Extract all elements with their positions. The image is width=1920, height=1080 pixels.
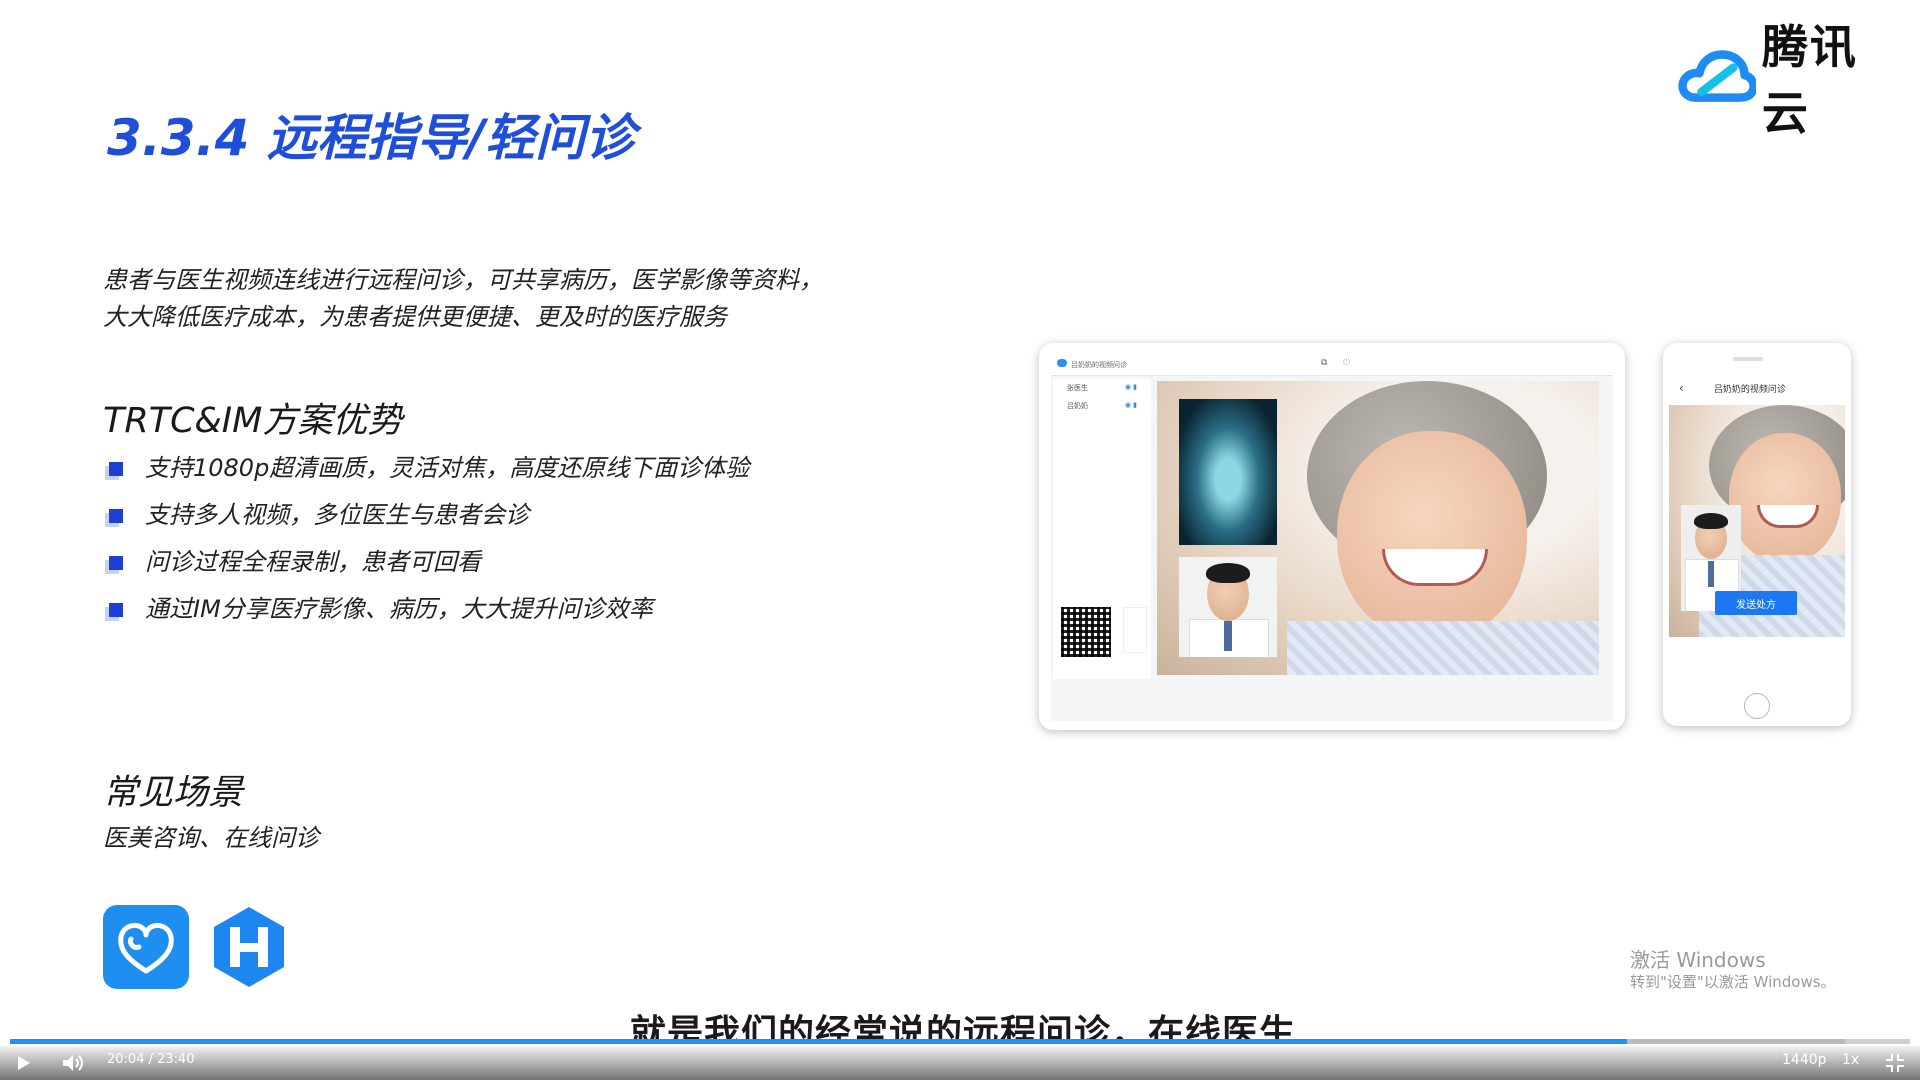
description-line: 大大降低医疗成本，为患者提供更便捷、更及时的医疗服务 [103,303,727,331]
phone-title: 吕奶奶的视频问诊 [1713,384,1786,395]
exit-fullscreen-icon [1886,1054,1904,1072]
time-readout: 20:04 / 23:40 [107,1052,195,1067]
phone-screen: ‹ 吕奶奶的视频问诊 发送处方 [1669,373,1845,681]
back-arrow-icon[interactable]: ‹ [1679,381,1684,395]
play-icon [18,1056,30,1070]
tablet-mockup: 吕奶奶的视频问诊 ⧉ ⏻ 张医生 ◉ ▮ 吕奶奶 ◉ ▮ [1039,343,1625,730]
advantage-text: 通过IM分享医疗影像、病历，大大提升问诊效率 [145,595,653,623]
send-prescription-button[interactable]: 发送处方 [1715,591,1797,615]
square-bullet-icon [105,462,123,480]
scenes-heading: 常见场景 [103,773,244,813]
scenes-text: 医美咨询、在线问诊 [103,824,319,852]
progress-buffered [1627,1039,1845,1044]
list-item: 支持多人视频，多位医生与患者会诊 [103,499,749,546]
square-bullet-icon [105,556,123,574]
square-bullet-icon [105,603,123,621]
phone-outline-icon [1123,607,1147,653]
advantage-text: 支持多人视频，多位医生与患者会诊 [145,501,529,529]
participant-name: 吕奶奶 [1067,402,1088,410]
advantages-heading: TRTC&IM方案优势 [103,401,403,441]
mic-icon[interactable]: ◉ ▮ [1125,401,1137,411]
player-control-bar [0,1046,1920,1080]
qr-code-icon [1061,607,1111,657]
video-figure [1729,433,1841,563]
xray-image [1179,399,1277,545]
advantage-text: 支持1080p超清画质，灵活对焦，高度还原线下面诊体验 [145,454,750,482]
heart-outline-icon [118,922,174,974]
mic-icon[interactable]: ◉ ▮ [1125,383,1137,393]
video-figure [1694,513,1728,529]
heart-app-icon [103,905,189,989]
tablet-topbar: 吕奶奶的视频问诊 ⧉ ⏻ [1051,353,1613,376]
video-figure [1708,561,1714,587]
tablet-screen: 吕奶奶的视频问诊 ⧉ ⏻ 张医生 ◉ ▮ 吕奶奶 ◉ ▮ [1051,353,1613,721]
doctor-video-thumbnail [1179,557,1277,657]
play-button[interactable] [12,1052,34,1074]
advantages-list: 支持1080p超清画质，灵活对焦，高度还原线下面诊体验 支持多人视频，多位医生与… [103,452,749,640]
video-subtitle: 就是我们的经常说的远程问诊，在线医生 [630,1013,1297,1042]
list-item[interactable]: 吕奶奶 ◉ ▮ [1053,397,1151,415]
power-icon[interactable]: ⏻ [1343,358,1350,368]
window-title: 吕奶奶的视频问诊 [1071,361,1127,369]
video-figure [1206,563,1250,583]
activation-watermark-title: 激活 Windows [1630,948,1766,972]
page-title: 3.3.4 远程指导/轻问诊 [107,109,636,167]
activation-watermark-hint: 转到"设置"以激活 Windows。 [1630,973,1836,991]
video-figure [1224,621,1232,651]
square-bullet-icon [105,509,123,527]
video-figure [1337,431,1527,641]
phone-mockup: ‹ 吕奶奶的视频问诊 发送处方 [1663,343,1851,726]
quality-button[interactable]: 1440p [1782,1052,1827,1068]
brand-name: 腾讯云 [1761,20,1858,140]
list-item[interactable]: 张医生 ◉ ▮ [1053,379,1151,397]
main-video [1157,381,1599,675]
volume-icon [63,1055,83,1071]
speed-button[interactable]: 1x [1842,1052,1859,1068]
list-item: 通过IM分享医疗影像、病历，大大提升问诊效率 [103,593,749,640]
advantage-text: 问诊过程全程录制，患者可回看 [145,548,481,576]
volume-button[interactable] [60,1052,86,1074]
hexagon-h-icon [214,907,284,987]
cloud-icon [1057,359,1067,367]
description: 患者与医生视频连线进行远程问诊，可共享病历，医学影像等资料， 大大降低医疗成本，… [103,262,863,336]
description-line: 患者与医生视频连线进行远程问诊，可共享病历，医学影像等资料， [103,266,823,294]
list-item: 支持1080p超清画质，灵活对焦，高度还原线下面诊体验 [103,452,749,499]
tencent-cloud-logo: 腾讯云 [1677,20,1897,140]
phone-speaker [1733,357,1763,361]
exit-fullscreen-button[interactable] [1884,1052,1906,1074]
home-button [1744,693,1770,719]
participant-name: 张医生 [1067,384,1088,392]
list-item: 问诊过程全程录制，患者可回看 [103,546,749,593]
phone-navbar: ‹ 吕奶奶的视频问诊 [1669,373,1845,403]
cloud-logo-icon [1678,50,1756,102]
video-figure [1287,621,1599,675]
h-app-icon [212,905,286,989]
progress-played [10,1039,1638,1044]
participants-panel: 张医生 ◉ ▮ 吕奶奶 ◉ ▮ [1053,379,1151,679]
share-icon[interactable]: ⧉ [1321,358,1327,368]
